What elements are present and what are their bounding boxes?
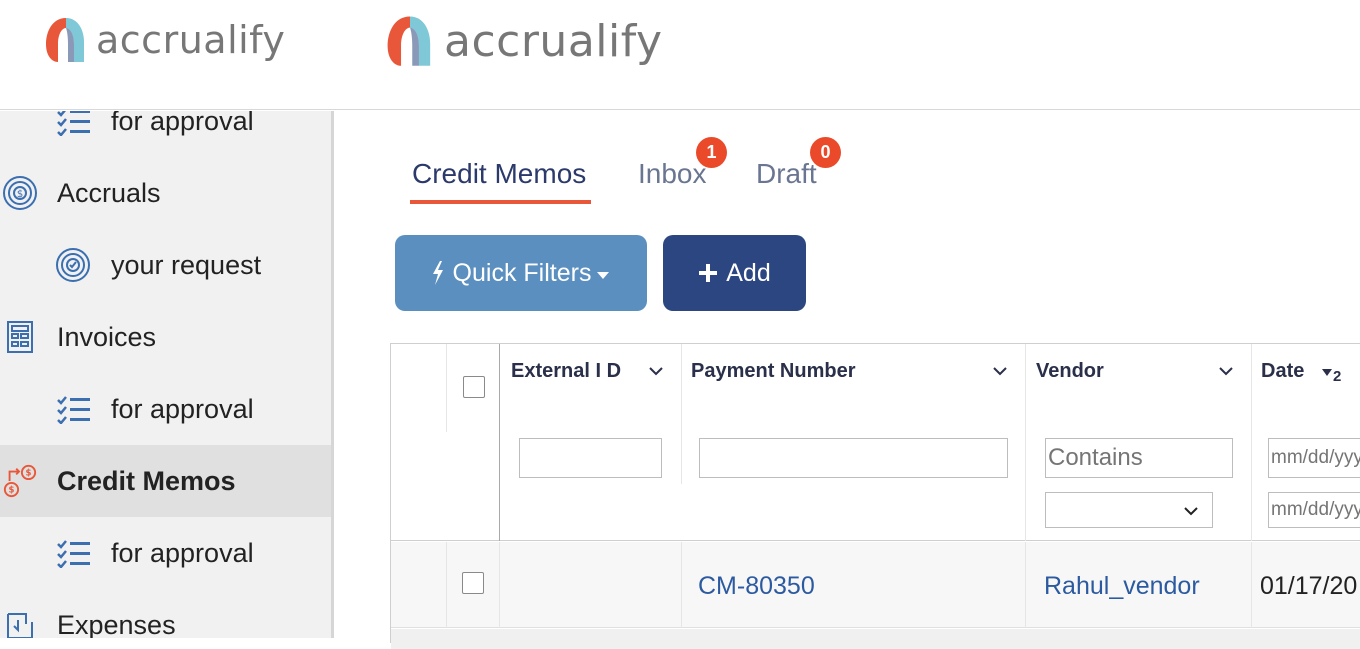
chevron-down-icon	[1184, 507, 1198, 516]
date-from-filter-input[interactable]	[1268, 438, 1360, 478]
sidebar-item-label: Credit Memos	[57, 465, 236, 496]
sidebar-item-label: Accruals	[57, 177, 161, 208]
column-divider	[446, 542, 447, 628]
expenses-icon	[2, 607, 38, 638]
payment-number-filter-input[interactable]	[699, 438, 1008, 478]
app-header: accrualify accrualify	[0, 0, 1360, 110]
lightning-icon	[432, 261, 443, 285]
sidebar-item-credit-memos-for-approval[interactable]: for approval	[0, 517, 331, 589]
column-header-external-id[interactable]: External I D	[511, 360, 621, 383]
sidebar-item-credit-memos[interactable]: $ $ Credit Memos	[0, 445, 331, 517]
sidebar-item-your-request[interactable]: your request	[0, 229, 331, 301]
accrualify-logo-mark-icon	[46, 18, 84, 62]
credit-memos-grid: External I D Payment Number Vendor Date …	[390, 343, 1360, 649]
column-divider	[1251, 344, 1252, 541]
column-divider	[681, 344, 682, 484]
svg-text:$: $	[26, 468, 32, 478]
tab-credit-memos[interactable]: Credit Memos	[412, 158, 586, 190]
select-all-checkbox[interactable]	[463, 376, 485, 398]
checklist-icon	[55, 111, 91, 139]
column-divider	[1025, 542, 1026, 628]
accrualify-logo-large[interactable]: accrualify	[384, 12, 663, 68]
column-divider	[1251, 542, 1252, 628]
chevron-down-icon[interactable]	[1217, 364, 1235, 378]
svg-text:$: $	[17, 189, 23, 200]
column-divider	[1025, 344, 1026, 541]
inbox-count-badge: 1	[696, 137, 727, 168]
vendor-filter-select[interactable]	[1045, 492, 1213, 528]
cell-vendor-link[interactable]: Rahul_vendor	[1044, 572, 1200, 601]
column-divider	[446, 344, 447, 432]
external-id-filter-input[interactable]	[519, 438, 662, 478]
target-check-icon	[55, 247, 91, 283]
grid-header: External I D Payment Number Vendor Date …	[391, 344, 1360, 541]
chevron-down-icon[interactable]	[991, 364, 1009, 378]
tab-inbox[interactable]: Inbox	[638, 158, 707, 190]
sort-desc-icon	[1322, 369, 1332, 376]
cell-payment-number-link[interactable]: CM-80350	[698, 572, 815, 601]
sidebar-item-label: for approval	[111, 111, 254, 136]
sidebar-item-invoices-for-approval[interactable]: for approval	[0, 373, 331, 445]
sort-indicator[interactable]: 2	[1321, 364, 1341, 385]
tab-draft[interactable]: Draft	[756, 158, 817, 190]
quick-filters-button[interactable]: Quick Filters	[395, 235, 647, 311]
accrualify-logo-mark-icon	[387, 16, 431, 66]
sidebar-item-label: Invoices	[57, 321, 157, 352]
sidebar-item-label: for approval	[111, 393, 254, 424]
table-row[interactable]: CM-80350 Rahul_vendor 01/17/20	[391, 542, 1360, 628]
date-to-filter-input[interactable]	[1268, 492, 1360, 528]
sidebar-item-expenses[interactable]: Expenses	[0, 589, 331, 638]
vendor-filter-input[interactable]	[1045, 438, 1233, 478]
plus-icon	[699, 264, 718, 282]
logo-wordmark: accrualify	[444, 15, 663, 67]
sidebar-item-label: for approval	[111, 537, 254, 568]
credit-memo-icon: $ $	[2, 463, 38, 499]
add-button[interactable]: Add	[663, 235, 806, 311]
cell-date: 01/17/20	[1260, 572, 1358, 600]
add-label: Add	[726, 258, 771, 287]
sidebar-item-label: Expenses	[57, 609, 176, 639]
sidebar-item-accruals[interactable]: $ Accruals	[0, 157, 331, 229]
sidebar: for approval $ Accruals your request Inv…	[0, 111, 334, 638]
target-icon: $	[2, 175, 38, 211]
column-divider	[499, 344, 500, 541]
quick-filters-label: Quick Filters	[452, 258, 592, 287]
checklist-icon	[55, 535, 91, 571]
column-header-vendor[interactable]: Vendor	[1036, 360, 1104, 383]
row-select-checkbox[interactable]	[462, 572, 484, 594]
sidebar-item-invoices[interactable]: Invoices	[0, 301, 331, 373]
sidebar-item-accruals-for-approval[interactable]: for approval	[0, 111, 331, 157]
column-header-payment-number[interactable]: Payment Number	[691, 360, 856, 383]
invoice-icon	[2, 319, 38, 355]
active-tab-indicator	[410, 200, 591, 204]
logo-wordmark: accrualify	[96, 18, 286, 62]
svg-text:$: $	[9, 485, 15, 495]
column-header-date[interactable]: Date	[1261, 360, 1304, 383]
accrualify-logo[interactable]: accrualify	[44, 14, 285, 64]
caret-down-icon	[597, 272, 610, 279]
sidebar-item-label: your request	[111, 249, 262, 280]
table-row[interactable]	[391, 629, 1360, 649]
column-divider	[681, 542, 682, 628]
sort-index: 2	[1333, 368, 1342, 385]
draft-count-badge: 0	[810, 137, 841, 168]
checklist-icon	[55, 391, 91, 427]
column-divider	[499, 542, 500, 628]
chevron-down-icon[interactable]	[647, 364, 665, 378]
